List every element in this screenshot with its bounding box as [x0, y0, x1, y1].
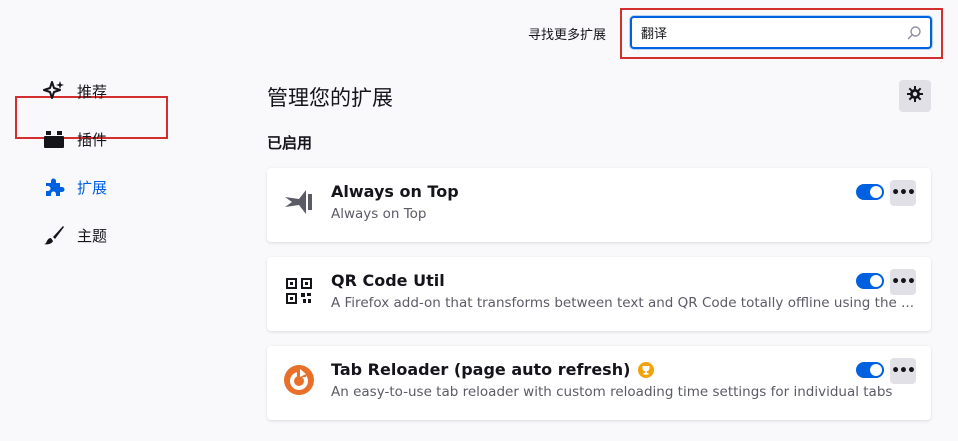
- sidebar-item-themes[interactable]: 主题: [42, 215, 107, 255]
- addon-enable-toggle[interactable]: [856, 273, 884, 289]
- page-title: 管理您的扩展: [267, 86, 393, 110]
- search-icon[interactable]: [906, 25, 922, 45]
- addon-name[interactable]: QR Code Util: [331, 271, 445, 290]
- qr-code-icon: [282, 274, 316, 308]
- puzzle-icon: [42, 175, 66, 199]
- section-title-enabled: 已启用: [267, 134, 313, 152]
- find-more-extensions-label: 寻找更多扩展: [528, 28, 607, 43]
- addon-enable-toggle[interactable]: [856, 362, 884, 378]
- addon-card[interactable]: Tab Reloader (page auto refresh) An easy…: [267, 346, 931, 420]
- sidebar-item-label: 扩展: [77, 178, 108, 197]
- gear-icon: [906, 85, 924, 107]
- addon-description: An easy-to-use tab reloader with custom …: [331, 384, 893, 400]
- addon-description: Always on Top: [331, 206, 427, 222]
- more-options-button[interactable]: •••: [890, 358, 916, 384]
- sidebar-item-label: 推荐: [77, 82, 108, 101]
- search-input[interactable]: [632, 18, 892, 47]
- addon-card[interactable]: QR Code Util A Firefox add-on that trans…: [267, 257, 931, 331]
- addon-name-row: Tab Reloader (page auto refresh): [331, 360, 655, 379]
- addon-name[interactable]: Tab Reloader (page auto refresh): [331, 360, 630, 379]
- sidebar-item-label: 插件: [77, 130, 108, 149]
- addon-name[interactable]: Always on Top: [331, 182, 459, 201]
- sparkle-icon: [42, 79, 66, 103]
- search-field[interactable]: [630, 16, 932, 49]
- addon-description: A Firefox add-on that transforms between…: [331, 295, 914, 311]
- recommended-badge-icon[interactable]: [638, 361, 655, 378]
- sidebar-item-plugins[interactable]: 插件: [42, 119, 107, 159]
- sidebar-item-extensions[interactable]: 扩展: [42, 167, 107, 207]
- plugin-icon: [42, 127, 66, 151]
- more-options-button[interactable]: •••: [890, 180, 916, 206]
- brush-icon: [42, 223, 66, 247]
- addon-card[interactable]: Always on Top Always on Top •••: [267, 168, 931, 242]
- pin-window-icon: [282, 185, 316, 219]
- reload-icon: [282, 363, 316, 397]
- sidebar-item-recommendations[interactable]: 推荐: [42, 71, 107, 111]
- settings-button[interactable]: [899, 80, 931, 112]
- addon-enable-toggle[interactable]: [856, 184, 884, 200]
- more-options-button[interactable]: •••: [890, 269, 916, 295]
- sidebar-item-label: 主题: [77, 226, 108, 245]
